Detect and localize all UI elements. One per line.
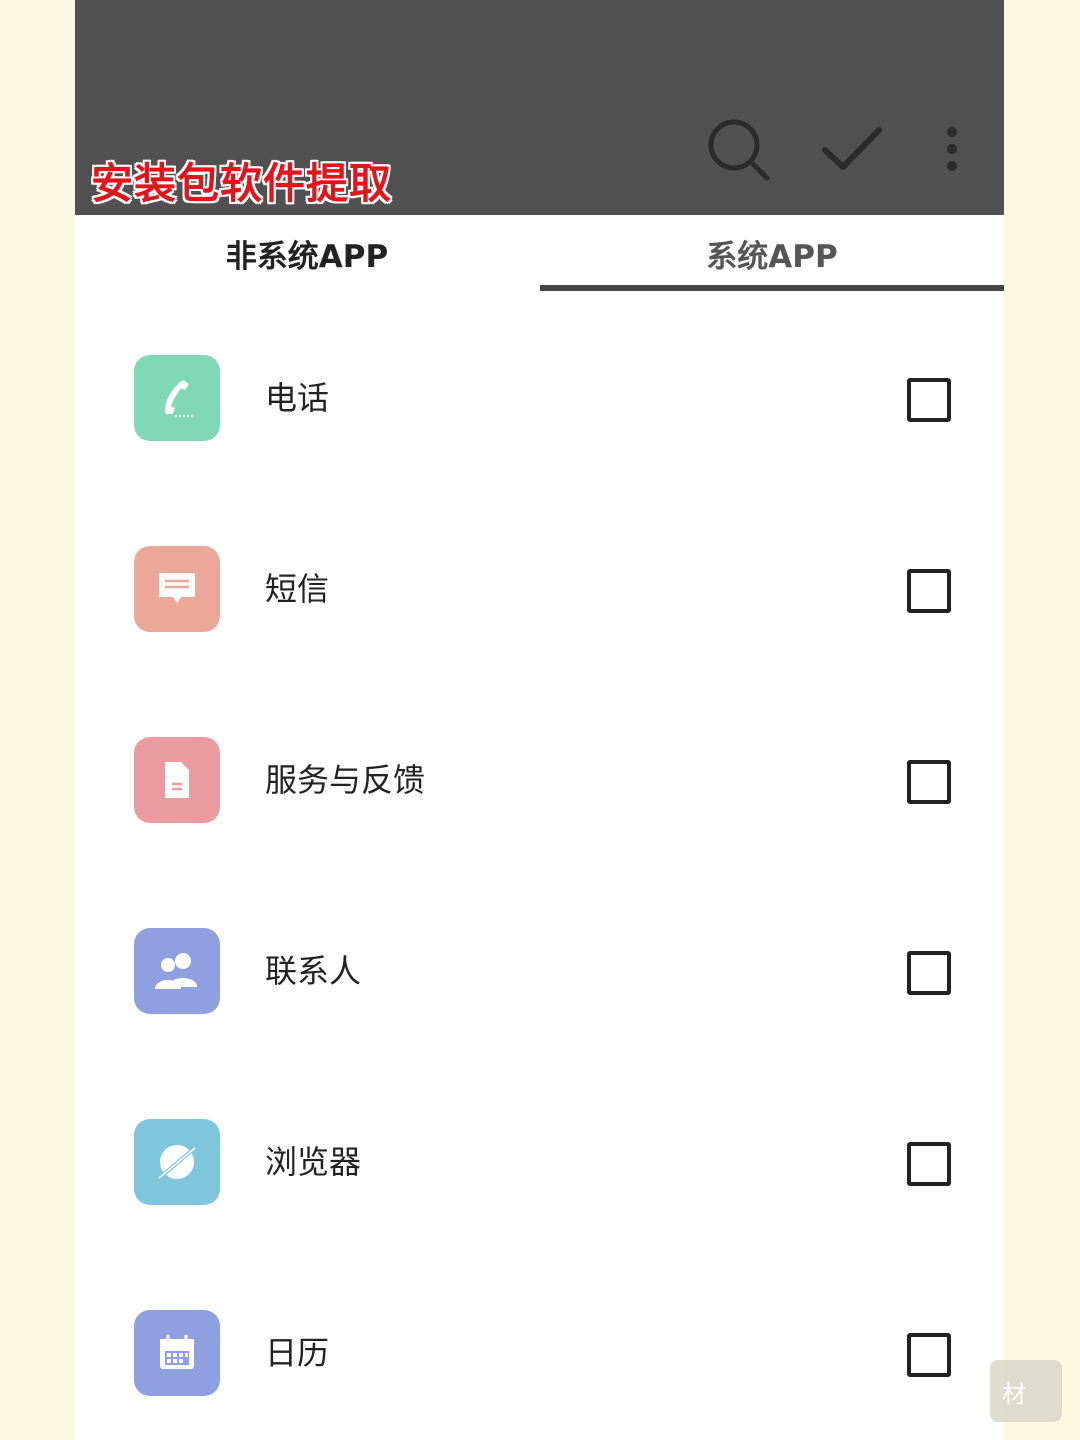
app-name: 服务与反馈: [265, 761, 426, 799]
tab-label: 非系统APP: [225, 238, 389, 275]
app-name: 电话: [265, 379, 330, 417]
app-screen: 安装包软件提取 非系统APP 系统APP 电话 短信 服务与反馈 联系人 浏览器…: [75, 0, 1004, 1440]
select-checkbox[interactable]: [907, 1142, 951, 1186]
more-vert-icon: [925, 110, 981, 190]
list-item[interactable]: 日历: [75, 1260, 1004, 1440]
check-icon: [813, 110, 893, 190]
app-list: 电话 短信 服务与反馈 联系人 浏览器 日历: [75, 305, 1004, 1440]
list-item[interactable]: 联系人: [75, 878, 1004, 1069]
top-toolbar: 安装包软件提取: [75, 0, 1004, 215]
select-checkbox[interactable]: [907, 760, 951, 804]
page-title: 安装包软件提取: [91, 159, 393, 208]
calendar-icon: [134, 1310, 220, 1396]
tab-bar: 非系统APP 系统APP: [75, 215, 1004, 291]
document-icon: [134, 737, 220, 823]
confirm-button[interactable]: [813, 110, 893, 190]
search-button[interactable]: [701, 110, 781, 190]
select-checkbox[interactable]: [907, 569, 951, 613]
app-name: 联系人: [265, 952, 362, 990]
tab-indicator: [540, 285, 1004, 291]
tab-system-app[interactable]: 系统APP: [540, 215, 1004, 291]
search-icon: [701, 110, 781, 190]
tab-label: 系统APP: [706, 238, 838, 275]
app-name: 短信: [265, 570, 330, 608]
select-checkbox[interactable]: [907, 1333, 951, 1377]
list-item[interactable]: 短信: [75, 496, 1004, 687]
app-name: 日历: [265, 1334, 330, 1372]
list-item[interactable]: 浏览器: [75, 1069, 1004, 1260]
browser-icon: [134, 1119, 220, 1205]
watermark-label: 材: [990, 1360, 1062, 1422]
list-item[interactable]: 电话: [75, 305, 1004, 496]
message-icon: [134, 546, 220, 632]
tab-non-system-app[interactable]: 非系统APP: [75, 215, 539, 291]
contacts-icon: [134, 928, 220, 1014]
select-checkbox[interactable]: [907, 378, 951, 422]
list-item[interactable]: 服务与反馈: [75, 687, 1004, 878]
phone-icon: [134, 355, 220, 441]
select-checkbox[interactable]: [907, 951, 951, 995]
more-options-button[interactable]: [925, 110, 981, 190]
app-name: 浏览器: [265, 1143, 362, 1181]
